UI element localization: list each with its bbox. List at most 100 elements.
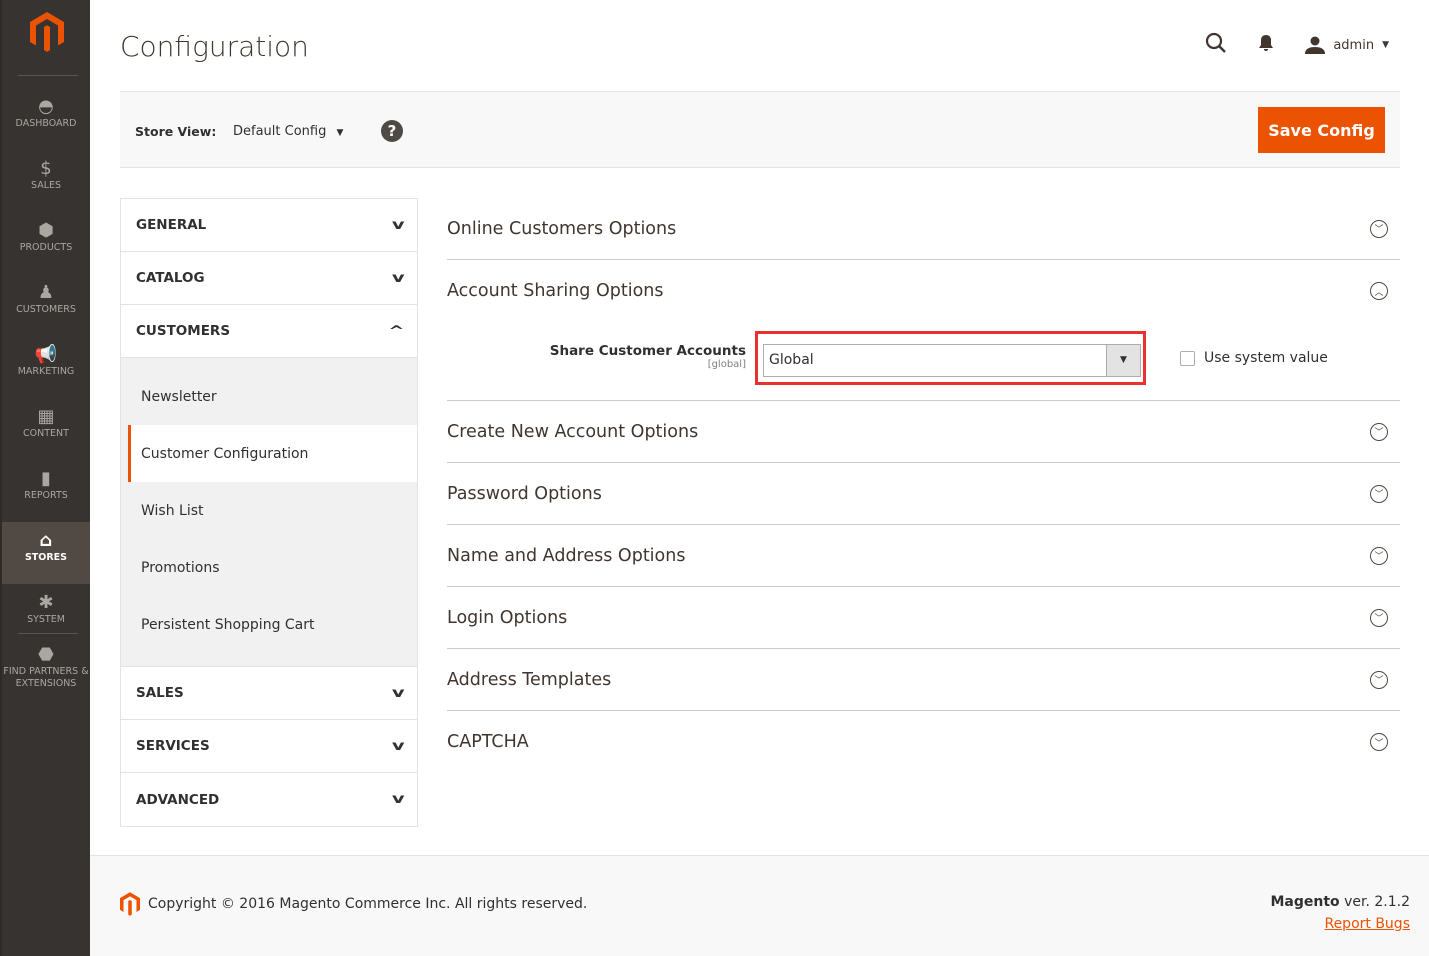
section-title: Online Customers Options (447, 218, 677, 239)
nav-find[interactable]: ⬣ FIND PARTNERS & EXTENSIONS (2, 640, 90, 702)
magento-logo[interactable] (30, 12, 64, 52)
section-title: Account Sharing Options (447, 281, 664, 301)
bell-icon[interactable] (1257, 33, 1275, 57)
gauge-icon: ◓ (38, 96, 54, 117)
tab-group-sales[interactable]: SALES v (121, 667, 417, 720)
section-header[interactable]: Address Templates ﹀ (447, 649, 1400, 711)
tab-group-label: CATALOG (136, 270, 205, 286)
tab-item[interactable]: Wish List (121, 482, 417, 539)
storefront-icon: ⌂ (39, 530, 53, 551)
tab-group-label: CUSTOMERS (136, 323, 231, 339)
nav-label: SALES (30, 180, 62, 191)
section-header[interactable]: Account Sharing Options ︿ (447, 260, 1400, 322)
version: ver. 2.1.2 (1339, 894, 1410, 910)
nav-stores[interactable]: ⌂ STORES (2, 522, 90, 584)
save-config-button[interactable]: Save Config (1258, 107, 1385, 153)
caret-down-icon: ▼ (336, 128, 344, 138)
tab-group-advanced[interactable]: ADVANCED v (121, 773, 417, 826)
section-header[interactable]: Name and Address Options ﹀ (447, 525, 1400, 587)
section-title: Name and Address Options (447, 545, 686, 566)
footer: Copyright © 2016 Magento Commerce Inc. A… (90, 855, 1429, 956)
section-header[interactable]: Create New Account Options ﹀ (447, 401, 1400, 463)
store-view-bar: Store View: Default Config ▼ ? Save Conf… (120, 91, 1400, 168)
expand-icon: ﹀ (1370, 422, 1388, 441)
tab-item[interactable]: Persistent Shopping Cart (121, 596, 417, 653)
use-system-value-checkbox[interactable]: Use system value (1180, 350, 1328, 366)
nav-products[interactable]: ⬢ PRODUCTS (2, 212, 90, 274)
section-header[interactable]: CAPTCHA ﹀ (447, 711, 1400, 773)
tab-group-services[interactable]: SERVICES v (121, 720, 417, 773)
chevron-down-icon: v (391, 270, 405, 286)
chevron-down-icon: v (391, 217, 405, 233)
nav-label: CONTENT (23, 428, 69, 439)
checkbox-label: Use system value (1204, 350, 1328, 366)
tab-group-label: GENERAL (136, 217, 207, 233)
blocks-icon: ⬣ (38, 644, 54, 665)
tab-group-label: SERVICES (136, 738, 210, 754)
caret-down-icon: ▼ (1106, 345, 1140, 376)
tab-group-label: ADVANCED (136, 791, 220, 808)
nav-reports[interactable]: ▮ REPORTS (2, 460, 90, 522)
highlight-box: Global ▼ (755, 331, 1146, 385)
chevron-down-icon: v (391, 792, 405, 807)
brand: Magento (1270, 894, 1340, 910)
nav-system[interactable]: ✱ SYSTEM (2, 584, 90, 646)
checkbox[interactable] (1180, 350, 1195, 366)
expand-icon: ﹀ (1370, 608, 1388, 627)
store-view-dropdown[interactable]: Default Config ▼ (233, 124, 343, 139)
person-icon: ♟ (37, 282, 55, 303)
nav-label: CUSTOMERS (16, 304, 76, 315)
bar-chart-icon: ▮ (41, 468, 51, 489)
search-icon[interactable] (1205, 32, 1227, 58)
page-title: Configuration (120, 30, 309, 63)
section-title: CAPTCHA (447, 732, 529, 752)
chevron-down-icon: v (391, 685, 405, 701)
expand-icon: ﹀ (1370, 546, 1388, 565)
store-view-label: Store View: (135, 124, 217, 139)
user-icon (1305, 36, 1326, 54)
section-header[interactable]: Login Options ﹀ (447, 587, 1400, 649)
magento-logo (120, 892, 140, 916)
user-menu[interactable]: admin ▼ (1305, 36, 1389, 54)
field-label: Share Customer Accounts (549, 343, 746, 359)
tab-item[interactable]: Promotions (121, 539, 417, 596)
section-header[interactable]: Online Customers Options ﹀ (447, 198, 1400, 260)
tab-group-label: SALES (136, 685, 184, 701)
tab-group-customers[interactable]: CUSTOMERS ^ (121, 305, 417, 358)
expand-icon: ﹀ (1370, 484, 1388, 503)
report-bugs-link[interactable]: Report Bugs (1270, 916, 1410, 932)
nav-label: PRODUCTS (19, 242, 73, 253)
tab-group-catalog[interactable]: CATALOG v (121, 252, 417, 305)
nav-customers[interactable]: ♟ CUSTOMERS (2, 274, 90, 336)
store-view-value: Default Config (233, 124, 327, 139)
select-value: Global (769, 352, 814, 368)
field-scope: [global] (707, 359, 746, 370)
section-title: Password Options (447, 483, 602, 504)
box-icon: ⬢ (38, 220, 54, 241)
config-tabs: GENERAL v CATALOG v CUSTOMERS ^ Newsletter Cust… (120, 198, 418, 827)
tab-item[interactable]: Newsletter (121, 368, 417, 425)
chevron-up-icon: ^ (388, 323, 405, 339)
megaphone-icon: 📢 (34, 344, 58, 365)
nav-content[interactable]: ▦ CONTENT (2, 398, 90, 460)
nav-marketing[interactable]: 📢 MARKETING (2, 336, 90, 398)
gear-icon: ✱ (38, 592, 54, 613)
share-customer-accounts-select[interactable]: Global ▼ (763, 344, 1141, 377)
section-header[interactable]: Password Options ﹀ (447, 463, 1400, 525)
tab-item[interactable]: Customer Configuration (128, 425, 417, 482)
copyright: Copyright © 2016 Magento Commerce Inc. A… (148, 896, 588, 912)
expand-icon: ﹀ (1370, 733, 1388, 751)
nav-sales[interactable]: $ SALES (2, 150, 90, 212)
tab-group-general[interactable]: GENERAL v (121, 199, 417, 252)
nav-label: DASHBOARD (15, 118, 77, 129)
section-title: Login Options (447, 607, 568, 628)
expand-icon: ﹀ (1370, 219, 1388, 238)
nav-dashboard[interactable]: ◓ DASHBOARD (2, 88, 90, 150)
help-icon[interactable]: ? (381, 120, 403, 142)
dollar-icon: $ (40, 158, 52, 179)
caret-down-icon: ▼ (1382, 40, 1389, 50)
layout-icon: ▦ (37, 406, 55, 427)
nav-label: STORES (24, 552, 68, 563)
account-sharing-fields: Share Customer Accounts [global] Global ▼ … (447, 321, 1400, 401)
section-title: Create New Account Options (447, 421, 699, 442)
